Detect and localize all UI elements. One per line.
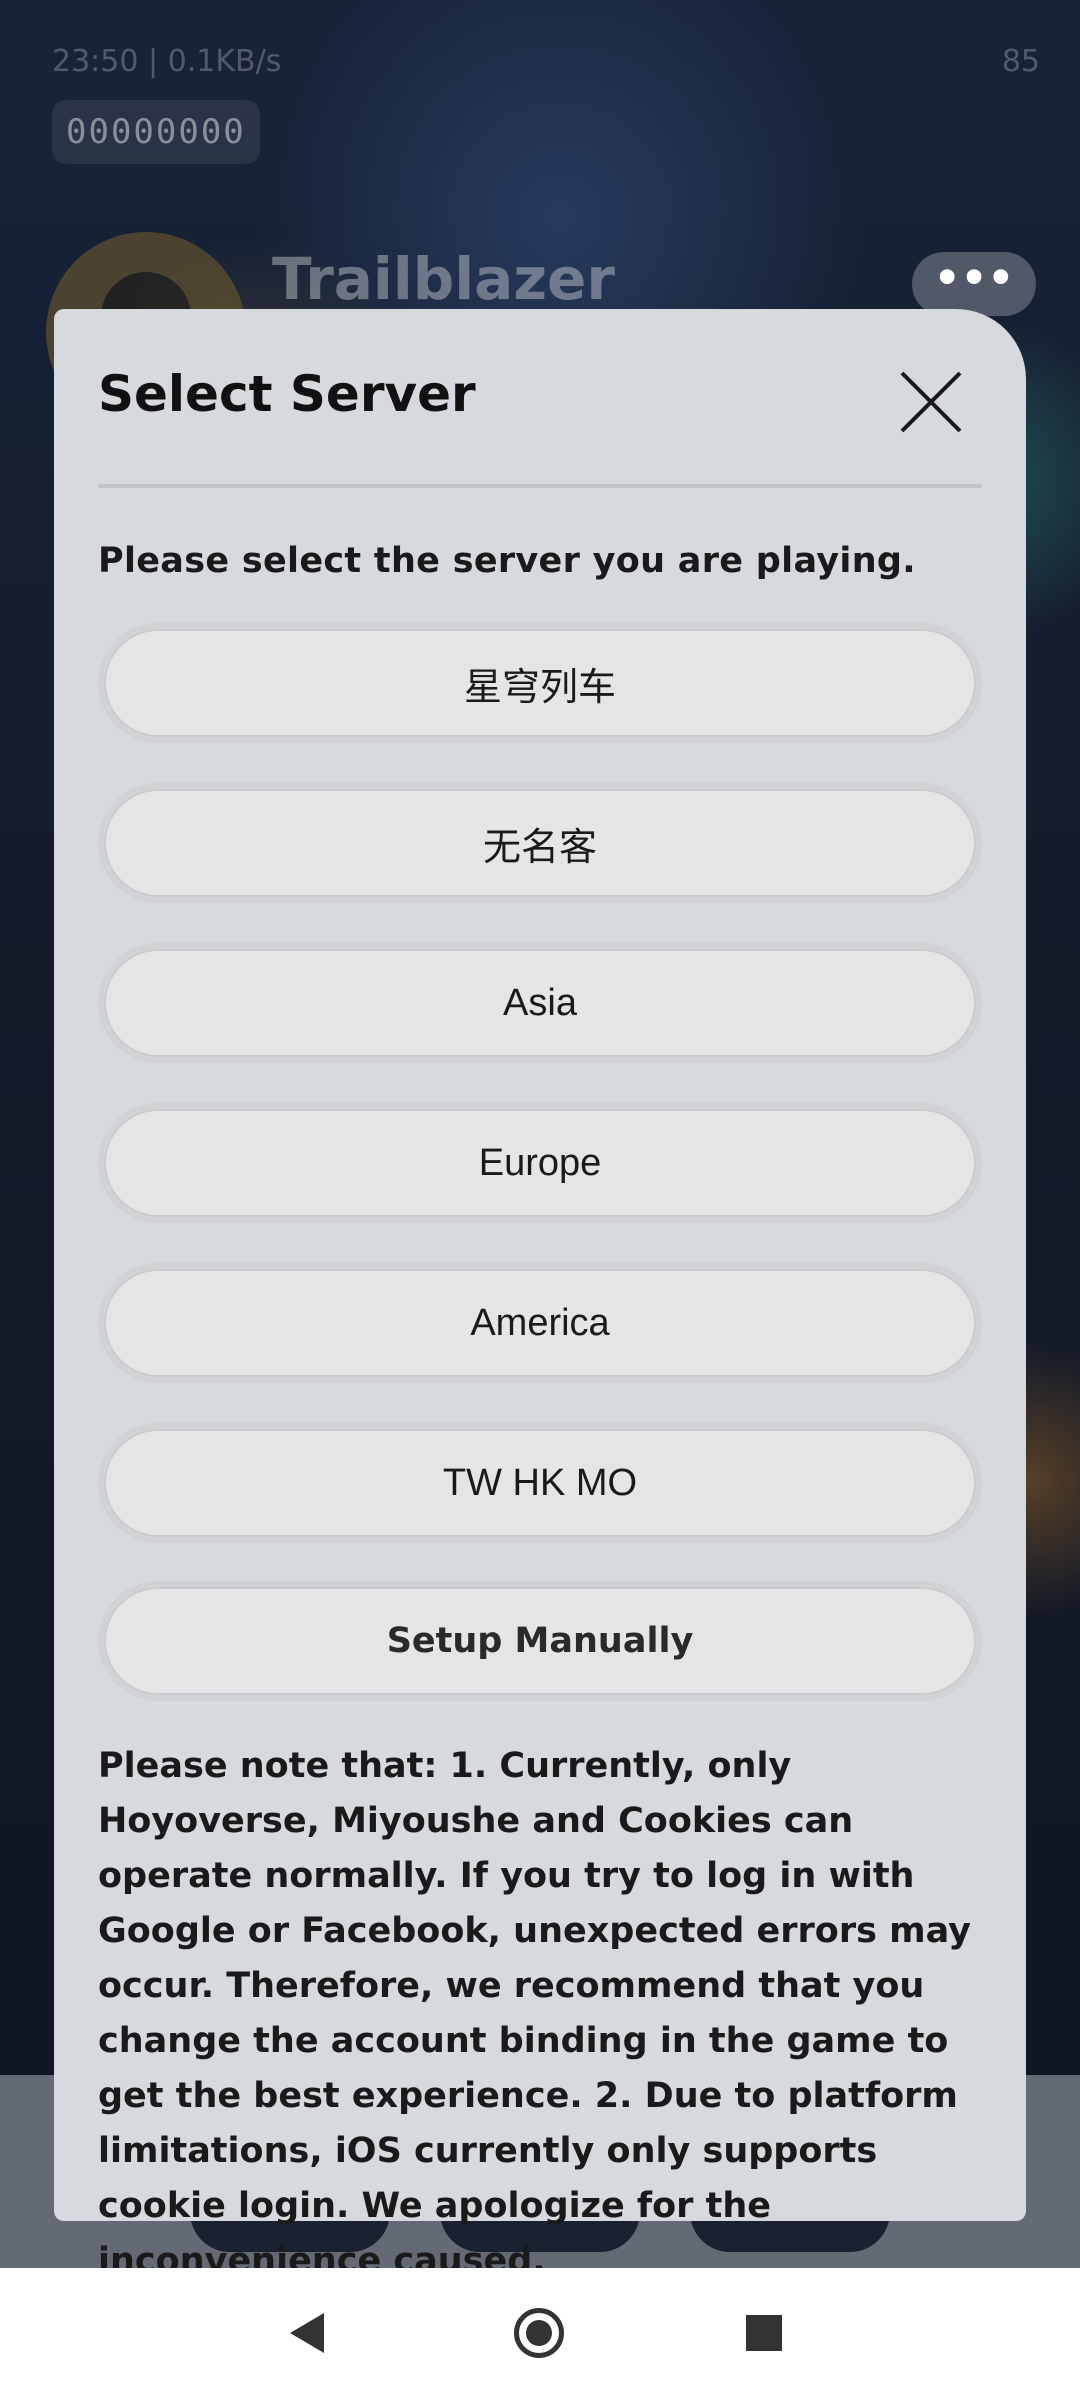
navigation-bar <box>0 2268 1080 2400</box>
select-server-dialog: Select Server Please select the server y… <box>54 309 1026 2281</box>
more-options-button[interactable]: ••• <box>912 252 1036 316</box>
dialog-prompt: Please select the server you are playing… <box>98 541 916 581</box>
login-note: Please note that: 1. Currently, only Hoy… <box>98 1746 971 2281</box>
server-button-wumingke[interactable]: 无名客 <box>98 783 982 903</box>
uid-chip: 00000000 <box>52 100 260 164</box>
close-icon <box>900 371 962 433</box>
battery-level: 85 <box>1001 44 1040 79</box>
recent-square-icon[interactable] <box>746 2315 782 2351</box>
title-divider <box>98 484 982 488</box>
dialog-title: Select Server <box>98 365 476 423</box>
close-button[interactable] <box>896 367 966 437</box>
player-name: Trailblazer <box>272 245 615 313</box>
server-button-europe[interactable]: Europe <box>98 1103 982 1223</box>
server-button-tw-hk-mo[interactable]: TW HK MO <box>98 1423 982 1543</box>
server-button-america[interactable]: America <box>98 1263 982 1383</box>
status-time-speed: 23:50 | 0.1KB/s <box>52 44 282 79</box>
server-button-asia[interactable]: Asia <box>98 943 982 1063</box>
server-button-xingqiong[interactable]: 星穹列车 <box>98 623 982 743</box>
back-triangle-icon[interactable] <box>290 2313 324 2353</box>
home-circle-icon[interactable] <box>514 2308 564 2358</box>
setup-manually-button[interactable]: Setup Manually <box>98 1581 982 1701</box>
